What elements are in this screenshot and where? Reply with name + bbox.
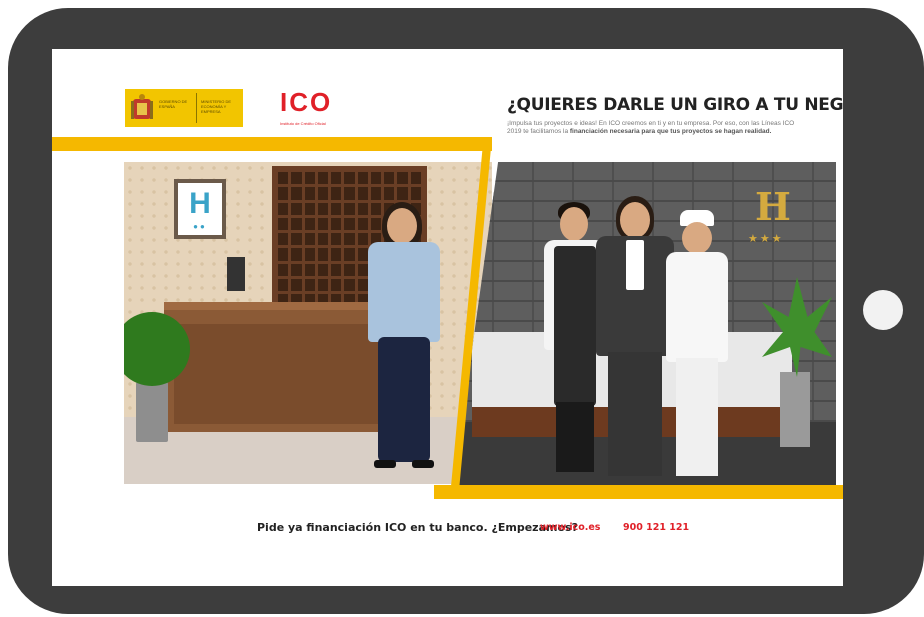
yellow-frame-bottom	[434, 485, 843, 499]
ico-logo-mark: ICO	[280, 87, 333, 117]
yellow-frame-top	[52, 137, 492, 151]
website-link[interactable]: www.ico.es	[540, 522, 600, 533]
monitor	[227, 257, 245, 291]
hotel-sign: H ●●	[174, 179, 226, 239]
hotel-logo: H	[755, 184, 791, 229]
hotel-stars-icon: ★★★	[748, 233, 784, 245]
body-bold: financiación necesaria para que tus proy…	[569, 128, 772, 135]
crest-icon	[131, 94, 153, 119]
gov-logo-text: GOBIERNO DE ESPAÑA	[159, 99, 188, 109]
footer-tagline: Pide ya financiación ICO en tu banco. ¿E…	[257, 521, 578, 534]
plant	[762, 277, 832, 452]
plant	[124, 312, 198, 462]
right-scene-large-hotel: H ★★★	[452, 162, 836, 494]
headline: ¿QUIERES DARLE UN GIRO A TU NEGOCIO?	[507, 95, 843, 115]
hotel-sign-dots: ●●	[193, 222, 207, 231]
home-button[interactable]	[863, 290, 903, 330]
gov-logo-separator	[196, 93, 197, 123]
body-text: ¡Impulsa tus proyectos e ideas! En ICO c…	[507, 120, 807, 136]
ico-logo-subtitle: Instituto de Crédito Oficial	[280, 121, 326, 126]
ico-logo: ICO Instituto de Crédito Oficial	[280, 87, 350, 131]
chef	[664, 210, 730, 486]
left-scene-small-hotel: H ●●	[124, 162, 492, 484]
phone-number[interactable]: 900 121 121	[623, 522, 689, 533]
ad-screen: GOBIERNO DE ESPAÑA MINISTERIO DE ECONOMÍ…	[52, 49, 843, 586]
receptionist	[362, 202, 446, 482]
hotel-sign-letter: H	[189, 187, 211, 220]
government-logo: GOBIERNO DE ESPAÑA MINISTERIO DE ECONOMÍ…	[125, 89, 243, 127]
ministry-logo-text: MINISTERIO DE ECONOMÍA Y EMPRESA	[201, 99, 232, 114]
